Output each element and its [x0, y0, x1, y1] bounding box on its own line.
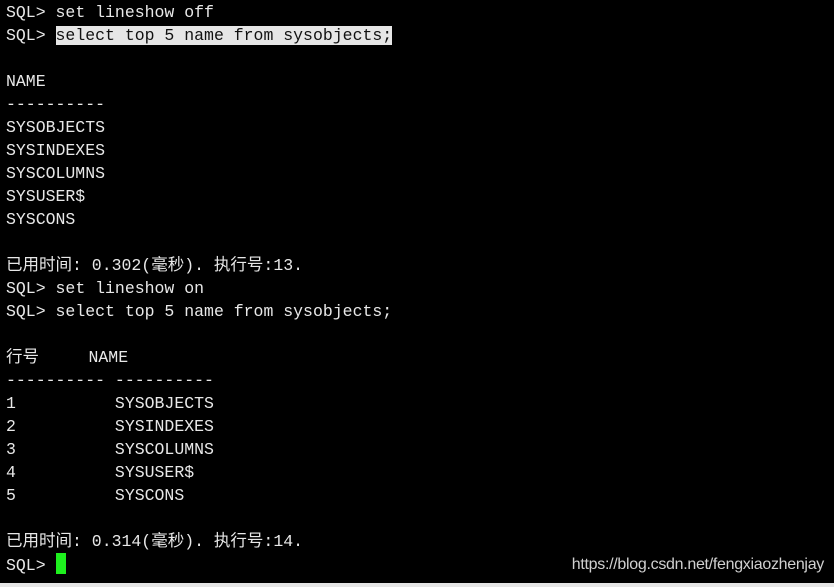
- terminal-line: 已用时间: 0.314(毫秒). 执行号:14.: [6, 530, 303, 553]
- output-text: 4 SYSUSER$: [6, 463, 195, 482]
- terminal-line: 行号 NAME: [6, 346, 128, 369]
- output-text: ---------- ----------: [6, 371, 214, 390]
- terminal-line: ----------: [6, 93, 105, 116]
- terminal-line: SYSOBJECTS: [6, 116, 105, 139]
- sql-prompt: SQL>: [6, 556, 56, 575]
- terminal-line: SYSCONS: [6, 208, 75, 231]
- terminal-line: 已用时间: 0.302(毫秒). 执行号:13.: [6, 254, 303, 277]
- terminal-line: NAME: [6, 70, 46, 93]
- terminal-line: SYSUSER$: [6, 185, 85, 208]
- terminal-line: SYSINDEXES: [6, 139, 105, 162]
- terminal-line: SQL> select top 5 name from sysobjects;: [6, 24, 393, 47]
- terminal-line: SQL> set lineshow off: [6, 1, 214, 24]
- output-text: 2 SYSINDEXES: [6, 417, 214, 436]
- output-text: SYSUSER$: [6, 187, 86, 206]
- output-text: 已用时间: 0.302(毫秒). 执行号:13.: [6, 256, 304, 275]
- sql-prompt: SQL>: [6, 279, 56, 298]
- terminal-line: 3 SYSCOLUMNS: [6, 438, 214, 461]
- output-text: 3 SYSCOLUMNS: [6, 440, 214, 459]
- terminal-line: SYSCOLUMNS: [6, 162, 105, 185]
- terminal-line: 1 SYSOBJECTS: [6, 392, 214, 415]
- output-text: ----------: [6, 95, 106, 114]
- output-text: 已用时间: 0.314(毫秒). 执行号:14.: [6, 532, 304, 551]
- command-text: set lineshow on: [55, 279, 205, 298]
- sql-prompt: SQL>: [6, 3, 56, 22]
- terminal-line: SQL> select top 5 name from sysobjects;: [6, 300, 392, 323]
- output-text: NAME: [6, 72, 46, 91]
- output-text: SYSOBJECTS: [6, 118, 106, 137]
- sql-prompt: SQL>: [6, 302, 56, 321]
- output-text: SYSCOLUMNS: [6, 164, 106, 183]
- terminal-line: 5 SYSCONS: [6, 484, 184, 507]
- terminal-line: 4 SYSUSER$: [6, 461, 194, 484]
- sql-prompt: SQL>: [6, 26, 56, 45]
- active-prompt-line[interactable]: SQL>: [6, 553, 66, 576]
- watermark: https://blog.csdn.net/fengxiaozhenjay: [571, 556, 825, 573]
- output-text: 5 SYSCONS: [6, 486, 185, 505]
- output-text: SYSINDEXES: [6, 141, 106, 160]
- command-text: set lineshow off: [55, 3, 214, 22]
- command-text: select top 5 name from sysobjects;: [55, 26, 393, 45]
- output-text: SYSCONS: [6, 210, 76, 229]
- command-text: select top 5 name from sysobjects;: [55, 302, 393, 321]
- terminal-line: ---------- ----------: [6, 369, 214, 392]
- terminal-window[interactable]: SQL> set lineshow off SQL> select top 5 n…: [0, 0, 834, 583]
- output-text: 1 SYSOBJECTS: [6, 394, 214, 413]
- output-text: 行号 NAME: [6, 348, 129, 367]
- terminal-line: SQL> set lineshow on: [6, 277, 204, 300]
- text-cursor: [55, 553, 66, 574]
- terminal-line: 2 SYSINDEXES: [6, 415, 214, 438]
